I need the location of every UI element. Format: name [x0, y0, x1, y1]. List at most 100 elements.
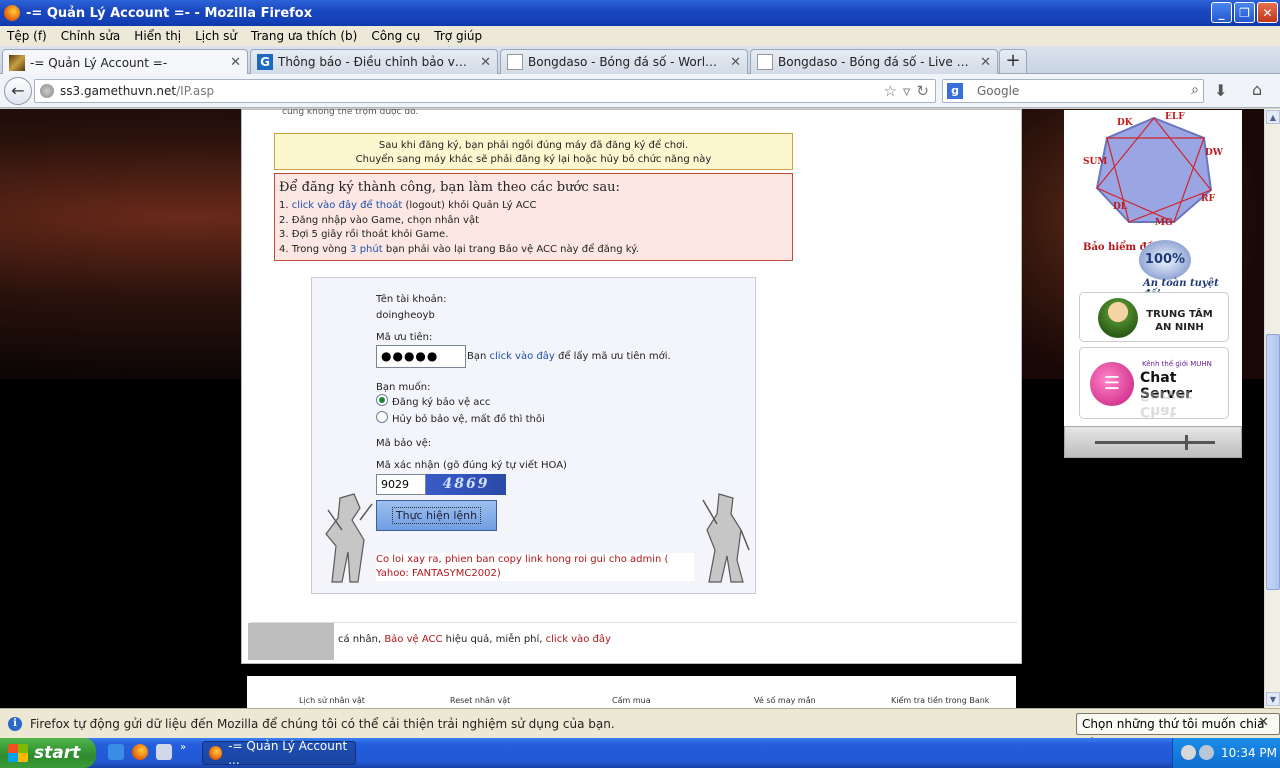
security-center-button[interactable]: TRUNG TÂM AN NINH [1079, 292, 1229, 342]
close-tab-icon[interactable]: ✕ [980, 55, 991, 70]
url-text: ss3.gamethuvn.net/IP.asp [60, 84, 214, 98]
class-diagram: DK ELF DW RF MG DL SUM [1079, 110, 1229, 230]
search-bar[interactable]: g Google ⌕ [942, 79, 1204, 103]
protection-form: Tên tài khoản: doingheoyb Mã ưu tiên: ●●… [311, 277, 756, 594]
submit-button[interactable]: Thực hiện lệnh [376, 500, 497, 531]
back-button[interactable]: ← [4, 77, 32, 105]
tab-account-manager[interactable]: -= Quản Lý Account =- ✕ [2, 49, 248, 75]
close-tab-icon[interactable]: ✕ [230, 55, 241, 70]
page-scrollbar[interactable]: ▲ ▼ [1264, 109, 1280, 708]
scroll-up-icon[interactable]: ▲ [1266, 110, 1280, 124]
menu-file[interactable]: Tệp (f) [0, 29, 54, 43]
step-2: 2. Đăng nhập vào Game, chọn nhân vật [279, 214, 480, 226]
link-lottery[interactable]: Vé số may mắn [754, 696, 816, 705]
tab-bongdaso-livescore[interactable]: Bongdaso - Bóng đá số - Live Score ✕ [750, 49, 998, 74]
bookmark-star-icon[interactable]: ☆ [883, 82, 896, 100]
firefox-logo-icon [4, 5, 20, 21]
register-protection-radio[interactable] [376, 394, 388, 406]
click-here-link[interactable]: click vào đây [546, 634, 611, 645]
link-ban-purchase[interactable]: Cấm mua [612, 696, 651, 705]
scroll-down-icon[interactable]: ▼ [1266, 692, 1280, 706]
new-tab-button[interactable]: + [999, 49, 1027, 74]
close-tab-icon[interactable]: ✕ [480, 55, 491, 70]
bottom-link-bar: Lịch sử nhân vật Reset nhân vật Cấm mua … [247, 676, 1016, 708]
right-sidebar: DK ELF DW RF MG DL SUM Bảo hiểm đồ 100% … [1064, 110, 1242, 458]
close-notification-icon[interactable]: ✕ [1258, 715, 1269, 730]
url-bar[interactable]: ss3.gamethuvn.net/IP.asp ☆ ▿ ↻ [34, 79, 936, 103]
class-label-dk: DK [1117, 118, 1133, 128]
tab-label: Thông báo - Điều chỉnh bảo vệ ACC | Pa..… [278, 55, 475, 69]
captcha-label: Mã xác nhận (gõ đúng ký tự viết HOA) [376, 460, 567, 471]
home-icon[interactable]: ⌂ [1252, 80, 1262, 99]
menu-tools[interactable]: Công cụ [364, 29, 427, 43]
cancel-protection-radio[interactable] [376, 411, 388, 423]
link-character-history[interactable]: Lịch sử nhân vật [299, 696, 365, 705]
start-label: start [34, 743, 81, 763]
system-clock[interactable]: 10:34 PM [1221, 746, 1277, 760]
tab-strip: -= Quản Lý Account =- ✕ G Thông báo - Đi… [0, 46, 1280, 75]
maximize-button[interactable]: ❐ [1234, 2, 1255, 23]
priority-code-input[interactable]: ●●●●● [376, 345, 466, 368]
close-tab-icon[interactable]: ✕ [730, 55, 741, 70]
quicklaunch-app-icon[interactable] [156, 744, 172, 760]
protection-code-label: Mã bảo vệ: [376, 438, 432, 449]
blank-page-icon [757, 54, 773, 70]
main-content-box: cũng không thể trộm được đồ. Sau khi đăn… [241, 109, 1242, 664]
tab-thong-bao[interactable]: G Thông báo - Điều chỉnh bảo vệ ACC | Pa… [250, 49, 498, 74]
class-label-sum: SUM [1083, 157, 1108, 167]
window-title: -= Quản Lý Account =- - Mozilla Firefox [26, 5, 313, 21]
download-icon[interactable]: ⬇ [1214, 81, 1227, 100]
warning-line: Sau khi đăng ký, bạn phải ngồi đúng máy … [378, 140, 689, 151]
telemetry-notification-bar: i Firefox tự động gửi dữ liệu đến Mozill… [0, 708, 1280, 751]
internet-explorer-icon[interactable] [108, 744, 124, 760]
menu-help[interactable]: Trợ giúp [427, 29, 489, 43]
quicklaunch-expand-icon[interactable]: » [180, 742, 186, 753]
logout-link[interactable]: click vào đây để thoát [292, 200, 403, 211]
dropdown-arrow-icon[interactable]: ▿ [903, 82, 911, 100]
cancel-protection-label[interactable]: Hủy bỏ bảo vệ, mất đồ thì thôi [392, 414, 545, 425]
link-bank-check[interactable]: Kiểm tra tiền trong Bank [891, 696, 989, 705]
security-officer-icon [1098, 298, 1138, 338]
class-label-dl: DL [1113, 202, 1128, 212]
taskbar-firefox-window[interactable]: -= Quản Lý Account ... [202, 739, 356, 767]
step-4: 4. Trong vòng 3 phút bạn phải vào lại tr… [279, 243, 788, 258]
tab-bongdaso-worldcup[interactable]: Bongdaso - Bóng đá số - WorldCup 2014 ..… [500, 49, 748, 74]
site-identity-icon[interactable] [40, 84, 54, 98]
captcha-input[interactable]: 9029 [376, 474, 426, 495]
step-3: 3. Đợi 5 giây rồi thoát khỏi Game. [279, 229, 449, 240]
tray-app-icon[interactable] [1181, 745, 1196, 760]
footer-text: cá nhân, Bảo vệ ACC hiệu quả, miễn phí, … [338, 634, 611, 645]
menu-history[interactable]: Lịch sử [188, 29, 244, 43]
minimize-button[interactable]: _ [1211, 2, 1232, 23]
firefox-quicklaunch-icon[interactable] [132, 744, 148, 760]
captcha-image: 4869 [426, 474, 506, 495]
start-button[interactable]: start [0, 738, 96, 768]
menu-edit[interactable]: Chỉnh sửa [54, 29, 128, 43]
tab-label: -= Quản Lý Account =- [30, 55, 168, 70]
tray-sound-icon[interactable] [1199, 745, 1214, 760]
system-tray: 10:34 PM [1172, 738, 1280, 768]
chat-server-button[interactable]: ☰ Kênh thế giới MUHN Chat Server Chat Se… [1079, 347, 1229, 419]
register-protection-label[interactable]: Đăng ký bảo vệ acc [392, 397, 490, 408]
search-placeholder: Google [977, 84, 1020, 98]
note-text: để lấy mã ưu tiên mới. [557, 351, 671, 362]
url-bar-icons: ☆ ▿ ↻ [883, 82, 929, 100]
close-window-button[interactable]: ✕ [1257, 2, 1278, 23]
step-number: 1. [279, 200, 289, 211]
scrollbar-thumb[interactable] [1266, 334, 1280, 590]
choose-what-to-share-button[interactable]: Chọn những thứ tôi muốn chia sẻ [1076, 713, 1280, 751]
submit-label: Thực hiện lệnh [391, 507, 482, 524]
warning-line: Chuyển sang máy khác sẽ phải đăng ký lại… [355, 154, 712, 165]
link-reset-character[interactable]: Reset nhân vật [450, 696, 510, 705]
steps-box: Để đăng ký thành công, bạn làm theo các … [274, 173, 793, 261]
get-new-code-link[interactable]: click vào đây [490, 351, 555, 362]
insurance-banner[interactable]: Bảo hiểm đồ 100% An toàn tuyệt đối [1079, 238, 1229, 300]
menu-view[interactable]: Hiển thị [127, 29, 188, 43]
google-search-engine-icon[interactable]: g [947, 83, 963, 99]
search-icon[interactable]: ⌕ [1191, 82, 1199, 98]
chat-server-reflection: Chat Server [1140, 387, 1193, 419]
class-label-elf: ELF [1165, 112, 1185, 122]
menu-bookmarks[interactable]: Trang ưa thích (b) [244, 29, 364, 43]
protect-acc-link[interactable]: Bảo vệ ACC [384, 634, 442, 645]
reload-icon[interactable]: ↻ [916, 82, 929, 100]
